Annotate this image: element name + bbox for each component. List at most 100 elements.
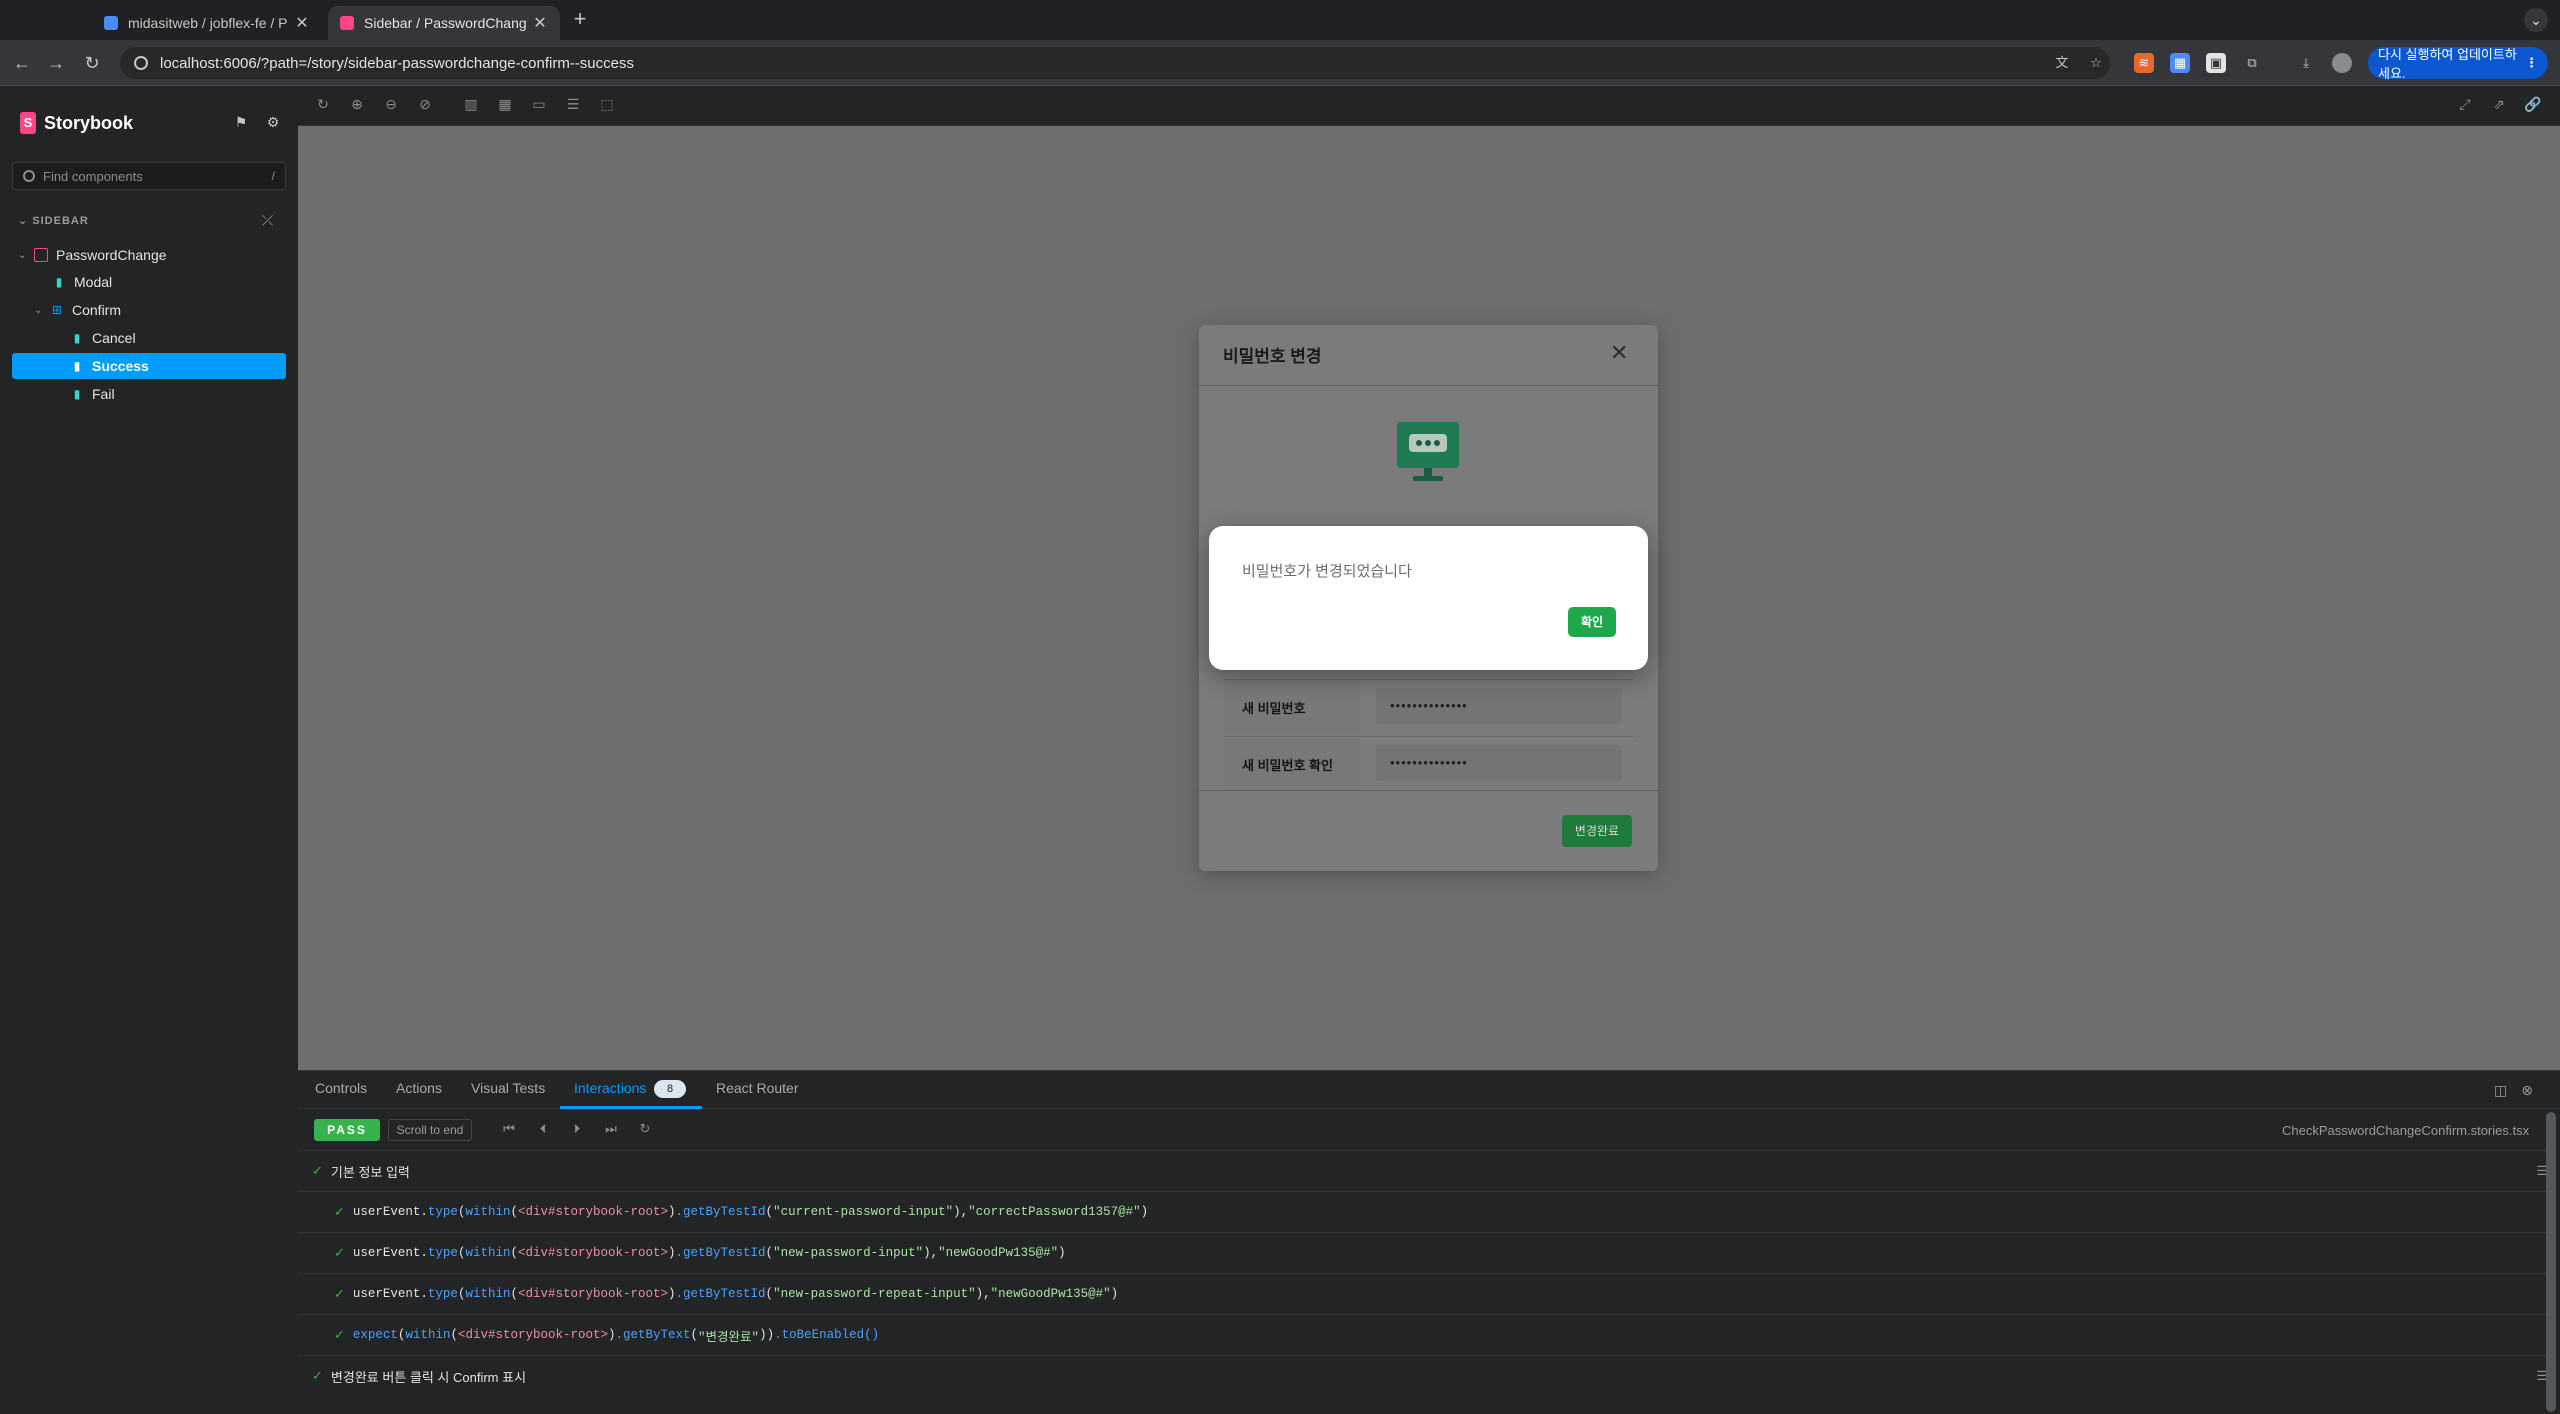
tree-item-modal[interactable]: ▮ Modal	[12, 269, 286, 295]
collapse-all-icon[interactable]: ⤫	[262, 212, 273, 229]
code-fn: within	[465, 1205, 511, 1219]
group-label: SIDEBAR	[32, 215, 89, 227]
interactions-count-badge: 8	[654, 1080, 686, 1098]
code-punct: )	[668, 1246, 676, 1260]
background-icon[interactable]: ▥	[462, 96, 480, 114]
close-panel-icon[interactable]: ⊗	[2521, 1082, 2547, 1098]
remount-icon[interactable]: ↻	[314, 96, 332, 114]
whats-new-icon[interactable]: ⚑	[232, 114, 250, 132]
interaction-step[interactable]: ✓ expect(within(<div#storybook-root>) .ge…	[298, 1314, 2548, 1355]
bookmark-star-icon[interactable]: ☆	[2086, 53, 2106, 73]
close-tab-icon[interactable]: ✕	[532, 13, 548, 33]
go-to-start-icon[interactable]: ⏮	[500, 1121, 518, 1139]
search-input[interactable]: Find components /	[12, 162, 286, 190]
scroll-to-end-button[interactable]: Scroll to end	[388, 1119, 472, 1141]
interaction-step[interactable]: ✓ userEvent. type(within(<div#storybook-r…	[298, 1232, 2548, 1273]
folder-icon	[34, 248, 48, 262]
interaction-step[interactable]: ✓ userEvent. type(within(<div#storybook-r…	[298, 1191, 2548, 1232]
step-forward-icon[interactable]: ⏵	[568, 1121, 586, 1139]
change-complete-button[interactable]: 변경완료	[1562, 815, 1632, 847]
interaction-group[interactable]: ✓ 기본 정보 입력 ☰	[298, 1150, 2548, 1191]
code-fn: type	[427, 1205, 458, 1219]
panel-orientation-icon[interactable]: ◫	[2494, 1082, 2521, 1098]
copy-link-icon[interactable]: 🔗	[2524, 96, 2542, 114]
code-punct: )	[1140, 1205, 1149, 1219]
close-tab-icon[interactable]: ✕	[294, 13, 310, 33]
open-new-tab-icon[interactable]: ⇗	[2490, 96, 2508, 114]
step-back-icon[interactable]: ⏴	[534, 1121, 552, 1139]
new-password-repeat-input[interactable]: ••••••••••••••	[1376, 745, 1622, 781]
site-info-icon[interactable]	[134, 56, 148, 70]
url-text[interactable]: localhost:6006/?path=/story/sidebar-pass…	[160, 55, 634, 72]
address-bar[interactable]: localhost:6006/?path=/story/sidebar-pass…	[120, 47, 2110, 79]
extension-icon[interactable]: ≋	[2134, 53, 2154, 73]
reload-icon[interactable]: ↻	[80, 51, 104, 75]
tab-actions[interactable]: Actions	[396, 1080, 442, 1096]
storybook-brand[interactable]: S Storybook	[20, 112, 133, 134]
code-fn: .getByTestId	[675, 1205, 766, 1219]
tree-item-cancel[interactable]: ▮ Cancel	[12, 325, 286, 351]
tab-react-router[interactable]: React Router	[716, 1080, 798, 1096]
profile-avatar-icon[interactable]	[2332, 53, 2352, 73]
code-punct: (	[765, 1287, 774, 1301]
story-filename[interactable]: CheckPasswordChangeConfirm.stories.tsx	[2282, 1123, 2529, 1138]
code-string: "newGoodPw135@#"	[938, 1246, 1059, 1260]
outline-icon[interactable]: ⬚	[598, 96, 616, 114]
code-punct: (	[510, 1246, 518, 1260]
status-badge: PASS	[314, 1119, 380, 1141]
translate-icon[interactable]: 文	[2052, 53, 2072, 73]
zoom-out-icon[interactable]: ⊖	[382, 96, 400, 114]
check-icon: ✓	[312, 1163, 323, 1178]
code-string: "current-password-input"	[773, 1205, 954, 1219]
interaction-step[interactable]: ✓ userEvent. type(within(<div#storybook-r…	[298, 1273, 2548, 1314]
download-icon[interactable]: ⤓	[2296, 53, 2316, 73]
tree-label: Success	[92, 358, 149, 374]
tab-search-icon[interactable]: ⌄	[2524, 8, 2548, 32]
back-icon[interactable]: ←	[10, 51, 34, 75]
tree-item-success[interactable]: ▮ Success	[12, 353, 286, 379]
tree-item-confirm[interactable]: ⌄ ⊞ Confirm	[12, 297, 286, 323]
bookmark-icon: ▮	[73, 331, 81, 345]
go-to-end-icon[interactable]: ⏭	[602, 1121, 620, 1139]
code-punct: (	[690, 1328, 699, 1342]
zoom-in-icon[interactable]: ⊕	[348, 96, 366, 114]
extensions-puzzle-icon[interactable]: ⧉	[2242, 53, 2262, 73]
grid-icon[interactable]: ▦	[496, 96, 514, 114]
sidebar-group-header[interactable]: ⌄ SIDEBAR	[18, 214, 89, 227]
brand-text: Storybook	[44, 112, 134, 133]
code-string: "변경완료"	[698, 1330, 760, 1345]
tree-label: Modal	[74, 274, 113, 290]
interaction-group[interactable]: ✓ 변경완료 버튼 클릭 시 Confirm 표시 ☰	[298, 1355, 2548, 1396]
zoom-reset-icon[interactable]: ⊘	[416, 96, 434, 114]
extension-icon[interactable]: ▣	[2206, 53, 2226, 73]
fullscreen-icon[interactable]: ⤢	[2456, 96, 2474, 114]
tab-interactions[interactable]: Interactions	[574, 1080, 646, 1096]
code-punct: ),	[923, 1246, 939, 1260]
measure-icon[interactable]: ☰	[564, 96, 582, 114]
new-tab-icon[interactable]: +	[568, 8, 592, 32]
settings-icon[interactable]: ⚙	[264, 114, 282, 132]
close-icon[interactable]: ✕	[1610, 340, 1628, 366]
tree-item-passwordchange[interactable]: ⌄ PasswordChange	[12, 242, 286, 268]
divider	[1199, 790, 1658, 791]
check-icon: ✓	[334, 1245, 345, 1260]
forward-icon[interactable]: →	[44, 51, 68, 75]
rerun-icon[interactable]: ↻	[636, 1121, 654, 1139]
code-element: <div#storybook-root>	[517, 1246, 669, 1260]
code-fn: .getByTestId	[675, 1246, 766, 1260]
browser-tab[interactable]: midasitweb / jobflex-fe / Pull ✕	[92, 6, 322, 40]
new-password-row: 새 비밀번호 ••••••••••••••	[1224, 679, 1634, 732]
tree-item-fail[interactable]: ▮ Fail	[12, 381, 286, 407]
code-punct: ))	[759, 1328, 775, 1342]
panel-scrollbar[interactable]	[2546, 1112, 2556, 1412]
viewport-icon[interactable]: ▭	[530, 96, 548, 114]
tree-label: Confirm	[72, 302, 122, 318]
browser-tab-active[interactable]: Sidebar / PasswordChange / ✕	[328, 6, 560, 40]
new-password-input[interactable]: ••••••••••••••	[1376, 688, 1622, 724]
tab-controls[interactable]: Controls	[315, 1080, 367, 1096]
confirm-ok-button[interactable]: 확인	[1568, 607, 1616, 637]
extension-icon[interactable]: ▦	[2170, 53, 2190, 73]
confirm-dialog	[1209, 526, 1648, 670]
tab-visual-tests[interactable]: Visual Tests	[471, 1080, 545, 1096]
update-chrome-button[interactable]: 다시 실행하여 업데이트하세요. ⋮	[2368, 47, 2548, 81]
